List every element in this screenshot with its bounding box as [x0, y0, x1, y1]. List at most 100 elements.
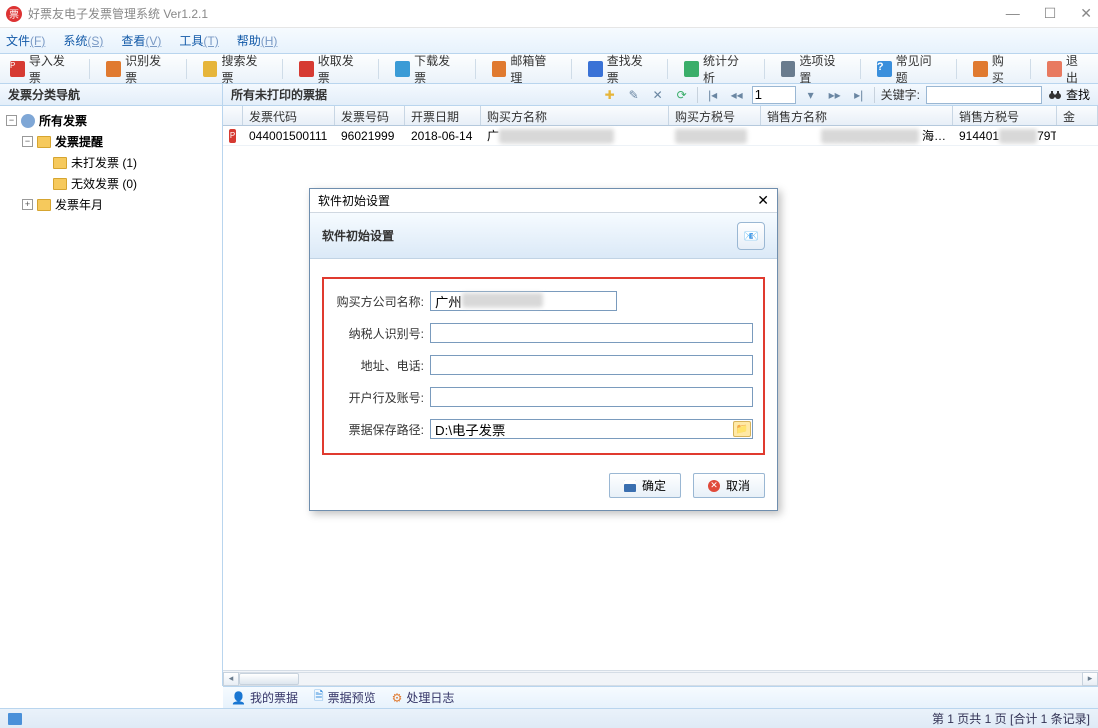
dialog-titlebar[interactable]: 软件初始设置 ✕ — [310, 189, 777, 213]
column-code[interactable]: 发票代码 — [243, 106, 335, 125]
cancel-icon: ✕ — [708, 480, 720, 492]
collapse-icon[interactable]: − — [22, 136, 33, 147]
inbox-icon — [299, 61, 314, 77]
path-label: 票据保存路径: — [334, 421, 430, 438]
toolbar-search[interactable]: 搜索发票 — [199, 50, 270, 88]
column-num[interactable]: 发票号码 — [335, 106, 405, 125]
bank-input[interactable] — [430, 387, 753, 407]
toolbar-recognize[interactable]: 识别发票 — [102, 50, 173, 88]
ok-button[interactable]: 确定 — [609, 473, 681, 498]
scroll-right-button[interactable]: ▸ — [1082, 672, 1098, 686]
menu-view[interactable]: 查看(V) — [121, 32, 161, 49]
window-minimize-button[interactable]: — — [1006, 5, 1020, 22]
menu-system[interactable]: 系统(S) — [63, 32, 103, 49]
folder-icon — [53, 178, 67, 190]
toolbar-exit[interactable]: 退出 — [1043, 50, 1092, 88]
bottom-tabs: 👤我的票据 🗎票据预览 ⚙处理日志 — [223, 686, 1098, 708]
search-button[interactable]: 查找 — [1048, 86, 1090, 103]
cell-date: 2018-06-14 — [405, 127, 481, 145]
keyword-input[interactable] — [926, 86, 1042, 104]
cell-seller: ███████████ 海… — [761, 125, 953, 146]
addr-input[interactable] — [430, 355, 753, 375]
page-next-button[interactable]: ▸▸ — [826, 86, 844, 104]
cell-num: 96021999 — [335, 127, 405, 145]
column-sellertax[interactable]: 销售方税号 — [953, 106, 1057, 125]
options-icon — [781, 61, 796, 77]
chart-icon — [684, 61, 699, 77]
page-last-button[interactable]: ▸| — [850, 86, 868, 104]
toolbar-faq[interactable]: ?常见问题 — [873, 50, 944, 88]
statusbar: 第 1 页共 1 页 [合计 1 条记录] — [0, 708, 1098, 728]
scroll-left-button[interactable]: ◂ — [223, 672, 239, 686]
tree-invalid[interactable]: 无效发票 (0) — [38, 173, 220, 194]
binoculars-icon — [1048, 89, 1062, 101]
content-title: 所有未打印的票据 — [231, 86, 327, 103]
scan-icon — [106, 61, 121, 77]
browse-folder-button[interactable]: 📁 — [733, 421, 751, 437]
keyword-label: 关键字: — [881, 86, 920, 103]
cancel-button[interactable]: ✕取消 — [693, 473, 765, 498]
page-first-button[interactable]: |◂ — [704, 86, 722, 104]
cell-code: 044001500111 — [243, 127, 335, 145]
edit-button[interactable]: ✎ — [625, 86, 643, 104]
column-date[interactable]: 开票日期 — [405, 106, 481, 125]
tab-preview[interactable]: 🗎票据预览 — [314, 687, 376, 708]
dialog-banner-title: 软件初始设置 — [322, 227, 394, 244]
page-info: 第 1 页共 1 页 [合计 1 条记录] — [932, 710, 1090, 727]
app-icon: 票 — [6, 6, 22, 22]
path-input[interactable] — [430, 419, 753, 439]
toolbar-mailbox[interactable]: 邮箱管理 — [488, 50, 559, 88]
toolbar: P导入发票 识别发票 搜索发票 收取发票 下载发票 邮箱管理 查找发票 统计分析… — [0, 54, 1098, 84]
dialog-close-button[interactable]: ✕ — [757, 192, 769, 209]
download-icon — [395, 61, 410, 77]
add-button[interactable]: ✚ — [601, 86, 619, 104]
collapse-icon[interactable]: − — [6, 115, 17, 126]
taxid-label: 纳税人识别号: — [334, 325, 430, 342]
toolbar-download[interactable]: 下载发票 — [391, 50, 462, 88]
folder-icon — [37, 199, 51, 211]
window-close-button[interactable]: ✕ — [1080, 5, 1092, 22]
tree-byyear[interactable]: +发票年月 — [22, 194, 220, 215]
toolbar-options[interactable]: 选项设置 — [777, 50, 848, 88]
page-dropdown[interactable]: ▾ — [802, 86, 820, 104]
find-icon — [588, 61, 603, 77]
monitor-icon — [8, 713, 22, 725]
grid: 发票代码 发票号码 开票日期 购买方名称 购买方税号 销售方名称 销售方税号 金… — [223, 106, 1098, 146]
pdf-icon: P — [10, 61, 25, 77]
page-input[interactable] — [752, 86, 796, 104]
exit-icon — [1047, 61, 1062, 77]
horizontal-scrollbar[interactable]: ◂ ▸ — [223, 670, 1098, 686]
delete-button[interactable]: ✕ — [649, 86, 667, 104]
nav-pane: 发票分类导航 −所有发票 −发票提醒 未打发票 (1) 无效发票 (0) +发票… — [0, 84, 223, 686]
table-row[interactable]: P 044001500111 96021999 2018-06-14 广████… — [223, 126, 1098, 146]
buy-icon — [973, 61, 988, 77]
refresh-button[interactable]: ⟳ — [673, 86, 691, 104]
faq-icon: ? — [877, 61, 892, 77]
tree-unprinted[interactable]: 未打发票 (1) — [38, 152, 220, 173]
menu-help[interactable]: 帮助(H) — [237, 32, 278, 49]
toolbar-receive[interactable]: 收取发票 — [295, 50, 366, 88]
toolbar-import[interactable]: P导入发票 — [6, 50, 77, 88]
bank-label: 开户行及账号: — [334, 389, 430, 406]
window-maximize-button[interactable]: ☐ — [1044, 5, 1057, 22]
menu-tools[interactable]: 工具(T) — [179, 32, 218, 49]
tree-reminder[interactable]: −发票提醒 — [22, 131, 220, 152]
toolbar-stats[interactable]: 统计分析 — [680, 50, 751, 88]
invoice-icon — [21, 114, 35, 128]
menu-file[interactable]: 文件(F) — [6, 32, 45, 49]
nav-tree: −所有发票 −发票提醒 未打发票 (1) 无效发票 (0) +发票年月 — [0, 106, 222, 219]
tree-root[interactable]: −所有发票 — [6, 110, 220, 131]
tab-mytickets[interactable]: 👤我的票据 — [231, 689, 298, 706]
expand-icon[interactable]: + — [22, 199, 33, 210]
content-header: 所有未打印的票据 ✚ ✎ ✕ ⟳ |◂ ◂◂ ▾ ▸▸ ▸| 关键字: 查找 — [223, 84, 1098, 106]
cell-sellertax: 914401████79T — [953, 127, 1057, 145]
taxid-input[interactable] — [430, 323, 753, 343]
column-buyertax[interactable]: 购买方税号 — [669, 106, 761, 125]
toolbar-find[interactable]: 查找发票 — [584, 50, 655, 88]
column-buyer[interactable]: 购买方名称 — [481, 106, 669, 125]
tab-log[interactable]: ⚙处理日志 — [392, 689, 455, 706]
column-seller[interactable]: 销售方名称 — [761, 106, 953, 125]
toolbar-buy[interactable]: 购买 — [969, 50, 1018, 88]
column-amount[interactable]: 金 — [1057, 106, 1098, 125]
page-prev-button[interactable]: ◂◂ — [728, 86, 746, 104]
